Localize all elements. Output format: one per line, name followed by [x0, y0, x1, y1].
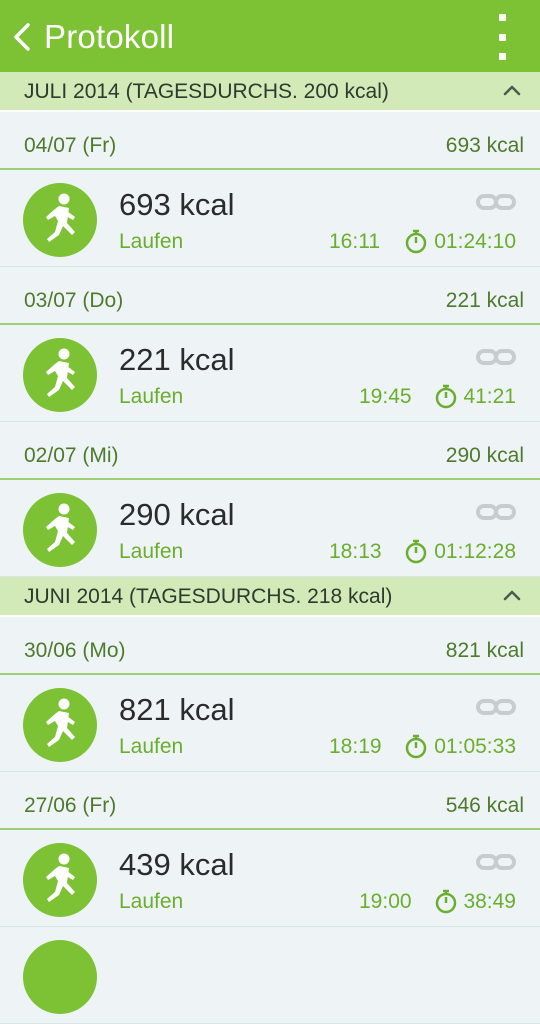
workout-entry[interactable]: 693 kcal Laufen 16:11 01:24:10: [0, 170, 540, 267]
entry-kcal: 693 kcal: [119, 187, 235, 222]
entry-time: 18:13: [329, 540, 382, 563]
running-icon: [23, 338, 97, 412]
day-date: 03/07 (Do): [24, 289, 124, 312]
month-header[interactable]: JULI 2014 (TAGESDURCHS. 200 kcal): [0, 72, 540, 112]
day-header: 02/07 (Mi) 290 kcal: [0, 422, 540, 480]
day-total: 821 kcal: [445, 639, 524, 662]
day-total: 290 kcal: [445, 444, 524, 467]
entry-time: 16:11: [329, 230, 380, 253]
workout-entry[interactable]: 439 kcal Laufen 19:00 38:49: [0, 830, 540, 927]
running-icon: [23, 688, 97, 762]
workout-entry[interactable]: 821 kcal Laufen 18:19 01:05:33: [0, 675, 540, 772]
link-icon[interactable]: [476, 347, 516, 367]
day-header: 27/06 (Fr) 546 kcal: [0, 772, 540, 830]
stopwatch-icon: [405, 734, 427, 759]
day-date: 04/07 (Fr): [24, 134, 117, 157]
entry-time: 19:00: [359, 890, 412, 913]
entry-duration: 38:49: [463, 890, 516, 913]
entry-kcal: 290 kcal: [119, 497, 235, 532]
back-button[interactable]: [8, 18, 36, 56]
entry-activity: Laufen: [119, 735, 184, 758]
app-bar: Protokoll: [0, 0, 540, 72]
stopwatch-icon: [435, 384, 457, 409]
month-header[interactable]: JUNI 2014 (TAGESDURCHS. 218 kcal): [0, 577, 540, 617]
log-list[interactable]: JULI 2014 (TAGESDURCHS. 200 kcal) 04/07 …: [0, 72, 540, 1024]
entry-time: 19:45: [359, 385, 412, 408]
day-date: 02/07 (Mi): [24, 444, 119, 467]
running-icon: [23, 940, 97, 1014]
entry-kcal: 821 kcal: [119, 692, 235, 727]
day-header: 03/07 (Do) 221 kcal: [0, 267, 540, 325]
entry-duration: 01:05:33: [434, 735, 516, 758]
workout-entry[interactable]: 290 kcal Laufen 18:13 01:12:28: [0, 480, 540, 577]
more-vertical-icon: [498, 14, 506, 21]
entry-time: 18:19: [329, 735, 382, 758]
day-total: 546 kcal: [445, 794, 524, 817]
entry-duration: 01:12:28: [434, 540, 516, 563]
day-date: 30/06 (Mo): [24, 639, 126, 662]
entry-activity: Laufen: [119, 385, 184, 408]
chevron-up-icon[interactable]: [502, 83, 522, 97]
chevron-up-icon[interactable]: [502, 588, 522, 602]
entry-activity: Laufen: [119, 230, 184, 253]
link-icon[interactable]: [476, 697, 516, 717]
entry-activity: Laufen: [119, 540, 184, 563]
stopwatch-icon: [405, 229, 427, 254]
workout-entry[interactable]: 221 kcal Laufen 19:45 41:21: [0, 325, 540, 422]
link-icon[interactable]: [476, 852, 516, 872]
running-icon: [23, 843, 97, 917]
entry-kcal: 221 kcal: [119, 342, 235, 377]
overflow-menu-button[interactable]: [488, 14, 516, 60]
day-header: 04/07 (Fr) 693 kcal: [0, 112, 540, 170]
chevron-left-icon: [14, 23, 30, 51]
entry-duration: 41:21: [463, 385, 516, 408]
entry-kcal: 439 kcal: [119, 847, 235, 882]
entry-duration: 01:24:10: [434, 230, 516, 253]
workout-entry[interactable]: [0, 927, 540, 1024]
day-total: 693 kcal: [445, 134, 524, 157]
month-label: JUNI 2014 (TAGESDURCHS. 218 kcal): [24, 585, 393, 608]
entry-activity: Laufen: [119, 890, 184, 913]
running-icon: [23, 493, 97, 567]
day-total: 221 kcal: [445, 289, 524, 312]
running-icon: [23, 183, 97, 257]
link-icon[interactable]: [476, 192, 516, 212]
link-icon[interactable]: [476, 502, 516, 522]
day-header: 30/06 (Mo) 821 kcal: [0, 617, 540, 675]
month-label: JULI 2014 (TAGESDURCHS. 200 kcal): [24, 80, 389, 103]
stopwatch-icon: [435, 889, 457, 914]
stopwatch-icon: [405, 539, 427, 564]
page-title: Protokoll: [44, 18, 175, 55]
day-date: 27/06 (Fr): [24, 794, 117, 817]
